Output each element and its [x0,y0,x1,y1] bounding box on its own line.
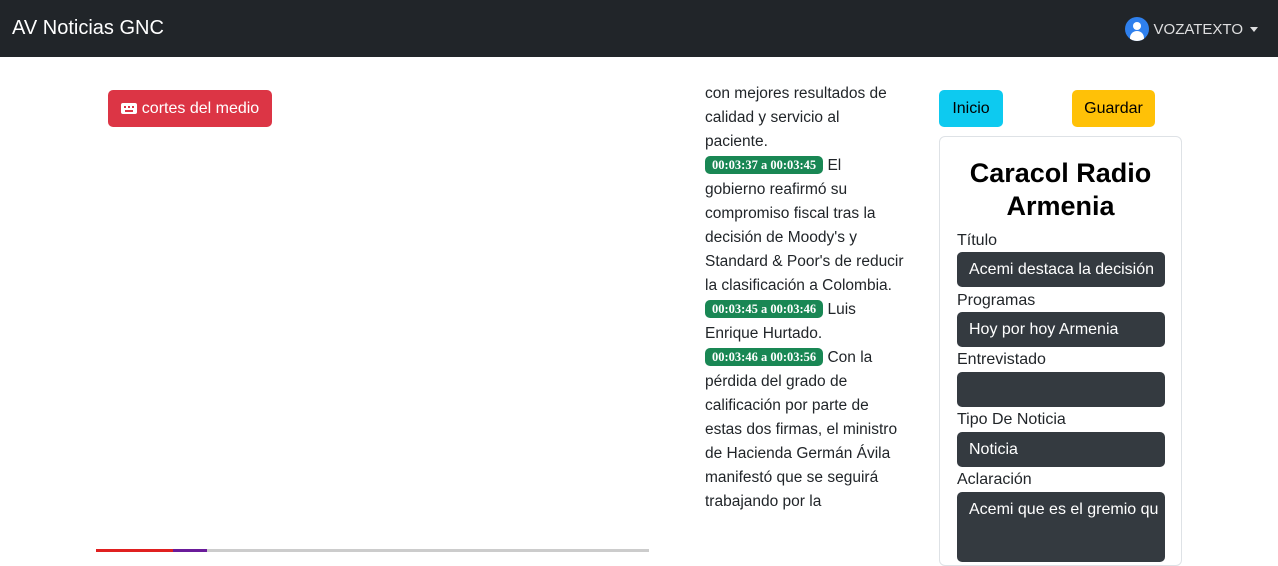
cortes-button-label: cortes del medio [141,99,260,117]
programas-select[interactable]: Hoy por hoy Armenia [957,312,1165,347]
top-navbar: AV Noticias GNC VOZATEXTO [0,0,1278,57]
inicio-button[interactable]: Inicio [939,90,1003,127]
caret-down-icon [1250,26,1258,32]
entrevistado-field[interactable] [957,372,1165,407]
segment-text: El gobierno reafirmó su compromiso fisca… [705,157,904,294]
station-title: Caracol Radio Armenia [969,158,1152,221]
user-circle-icon [1124,17,1149,41]
guardar-button[interactable]: Guardar [1072,90,1155,127]
app-brand[interactable]: AV Noticias GNC [12,17,164,40]
transcript-clipped-line: Bancos dera dna de las Eri [705,72,905,82]
transcript-panel[interactable]: Bancos dera dna de las Eri con mejores r… [705,72,905,552]
news-form-card: Caracol Radio Armenia Título Acemi desta… [939,136,1182,566]
transcript-content: Bancos dera dna de las Eri con mejores r… [705,72,905,514]
entrevistado-label: Entrevistado [957,351,1046,368]
programas-label: Programas [957,292,1036,309]
user-name: VOZATEXTO [1153,20,1243,38]
timestamp-badge[interactable]: 00:03:46 a 00:03:56 [705,348,824,366]
transcript-lead-text: con mejores resultados de calidad y serv… [705,85,887,150]
timestamp-badge[interactable]: 00:03:37 a 00:03:45 [705,156,824,174]
aclaracion-label: Aclaración [957,471,1032,488]
cortes-button[interactable]: cortes del medio [108,90,272,127]
user-menu[interactable]: VOZATEXTO [1124,17,1258,41]
segment-text: Con la pérdida del grado de calificación… [705,349,898,510]
tipo-noticia-label: Tipo De Noticia [957,411,1066,428]
titulo-field[interactable]: Acemi destaca la decisión [957,252,1165,287]
tipo-noticia-select[interactable]: Noticia [957,432,1165,467]
timestamp-badge[interactable]: 00:03:45 a 00:03:46 [705,300,824,318]
keyboard-icon [120,103,137,114]
titulo-label: Título [957,232,998,249]
